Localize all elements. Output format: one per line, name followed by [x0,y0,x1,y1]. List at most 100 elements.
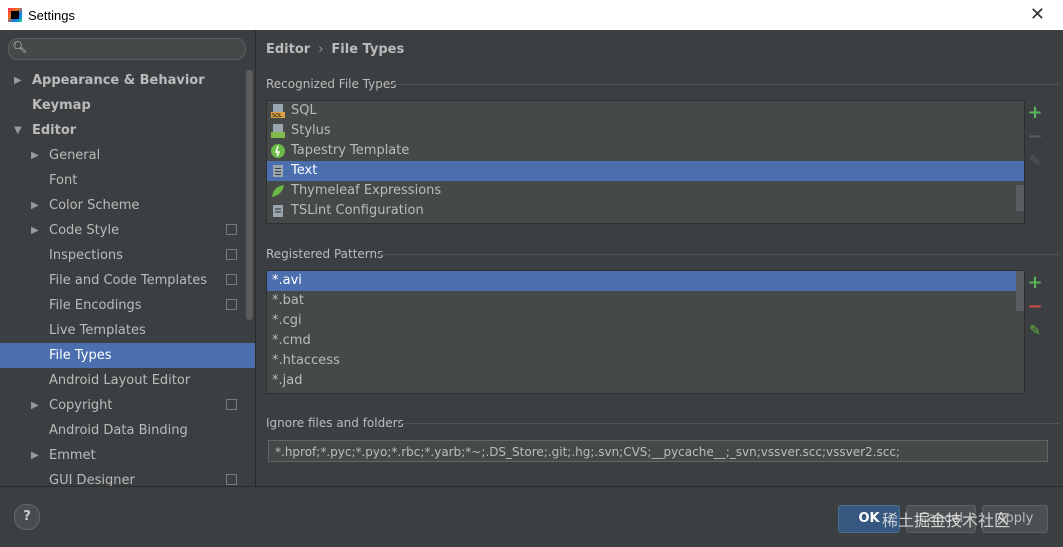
search-icon: 🔍︎ [12,40,28,54]
sidebar-scrollbar[interactable] [246,70,253,320]
section-divider [400,423,1060,424]
close-icon[interactable]: ✕ [1030,4,1045,25]
file-type-label: Stylus [291,123,331,138]
sidebar-item-label: File and Code Templates [49,273,207,288]
sidebar-item[interactable]: Live Templates [0,318,255,343]
file-type-label: Text [291,163,318,178]
sidebar-item[interactable]: Keymap [0,93,255,118]
sidebar-item-label: General [49,148,101,163]
section-divider [378,254,1060,255]
watermark-text: 稀土掘金技术社区 [882,511,1011,530]
intellij-app-icon [8,8,22,22]
sidebar-item[interactable]: Android Data Binding [0,418,255,443]
sidebar-item[interactable]: File and Code Templates [0,268,255,293]
sidebar-item-label: Color Scheme [49,198,140,213]
remove-file-type-button[interactable]: − [1026,126,1044,150]
sidebar-item-label: Emmet [49,448,96,463]
chevron-right-icon[interactable]: ▶ [31,218,39,243]
window-title-bar: Settings ✕ [0,0,1063,30]
section-divider [390,84,1060,85]
chevron-right-icon[interactable]: ▶ [14,68,22,93]
sidebar-item[interactable]: File Types [0,343,255,368]
pattern-item[interactable]: *.bat [267,291,1024,311]
pattern-item[interactable]: *.cgi [267,311,1024,331]
sidebar-item-label: Android Data Binding [49,423,188,438]
chevron-right-icon[interactable]: ▶ [31,393,39,418]
sidebar-item-label: Font [49,173,78,188]
chevron-right-icon[interactable]: ▶ [31,193,39,218]
recognized-file-types-title: Recognized File Types [266,77,397,91]
add-file-type-button[interactable]: + [1026,102,1044,126]
pattern-item[interactable]: *.avi [267,271,1024,291]
breadcrumb-file-types: File Types [331,42,405,57]
settings-tree: ▶ Appearance & Behavior Keymap ▼ Editor ▶ Gene… [0,68,255,493]
sidebar-item-label: Inspections [49,248,123,263]
search-input[interactable]: 🔍︎ [8,38,246,60]
sidebar-item[interactable]: File Encodings [0,293,255,318]
file-type-item[interactable]: TSLint Configuration [267,201,1024,221]
ignore-files-title: Ignore files and folders [266,416,404,430]
sidebar-item-label: Live Templates [49,323,146,338]
sidebar-item[interactable]: ▶ Copyright [0,393,255,418]
project-settings-icon [226,474,237,485]
tslint-icon [271,204,285,218]
patterns-toolbar: + − ✎ [1026,272,1044,344]
pattern-item[interactable]: *.jad [267,371,1024,391]
recognized-list-scrollbar[interactable] [1016,185,1024,211]
chevron-right-icon[interactable]: ▶ [31,143,39,168]
sidebar-item[interactable]: Font [0,168,255,193]
file-types-panel: Editor › File Types Recognized File Types … [256,30,1063,486]
remove-pattern-button[interactable]: − [1026,296,1044,320]
sidebar-item-label: Android Layout Editor [49,373,191,388]
recognized-toolbar: + − ✎ [1026,102,1044,174]
chevron-down-icon[interactable]: ▼ [14,118,22,143]
file-type-label: Thymeleaf Expressions [291,183,442,198]
sidebar-item-label: Editor [32,123,77,138]
file-type-item[interactable]: Stylus [267,121,1024,141]
chevron-right-icon[interactable]: ▶ [31,443,39,468]
patterns-list-scrollbar[interactable] [1016,271,1024,311]
sidebar-item-label: Appearance & Behavior [32,73,205,88]
help-button[interactable]: ? [14,504,40,530]
sidebar-item-label: Keymap [32,98,91,113]
sidebar-item-label: File Types [49,348,112,363]
add-pattern-button[interactable]: + [1026,272,1044,296]
file-type-item[interactable]: SQL SQL [267,101,1024,121]
sidebar-item-label: Code Style [49,223,120,238]
sidebar-item[interactable]: Android Layout Editor [0,368,255,393]
pattern-item[interactable]: *.htaccess [267,351,1024,371]
breadcrumb-editor[interactable]: Editor [266,42,310,57]
edit-file-type-button[interactable]: ✎ [1026,150,1044,174]
sidebar-item[interactable]: ▼ Editor [0,118,255,143]
thymeleaf-leaf-icon [271,184,285,198]
file-type-item[interactable]: Text [267,161,1024,181]
sidebar-item[interactable]: ▶ Emmet [0,443,255,468]
text-file-icon [271,164,285,178]
sidebar-item[interactable]: ▶ General [0,143,255,168]
breadcrumb-separator: › [318,42,324,57]
sidebar-item[interactable]: ▶ Appearance & Behavior [0,68,255,93]
pattern-item[interactable]: *.cmd [267,331,1024,351]
breadcrumb: Editor › File Types [266,42,404,57]
ignore-files-input[interactable]: *.hprof;*.pyc;*.pyo;*.rbc;*.yarb;*~;.DS_… [268,440,1048,462]
svg-text:SQL: SQL [272,113,282,118]
file-type-item[interactable]: Thymeleaf Expressions [267,181,1024,201]
file-type-label: Tapestry Template [291,143,410,158]
sidebar-item[interactable]: Inspections [0,243,255,268]
file-type-label: SQL [291,103,317,118]
sidebar-item[interactable]: ▶ Code Style [0,218,255,243]
tapestry-icon [271,144,285,158]
edit-pattern-button[interactable]: ✎ [1026,320,1044,344]
dialog-footer: ? OK Cancel Apply 稀土掘金技术社区 [0,486,1063,547]
stylus-file-icon [271,124,285,138]
file-type-label: TSLint Configuration [291,203,424,218]
registered-patterns-list[interactable]: *.avi *.bat *.cgi *.cmd *.htaccess *.jad [266,270,1025,394]
recognized-file-types-list[interactable]: SQL SQL Stylus Tapestry Template Text Thymele… [266,100,1025,224]
file-type-item[interactable]: Tapestry Template [267,141,1024,161]
sidebar-item-label: File Encodings [49,298,142,313]
sidebar-item[interactable]: ▶ Color Scheme [0,193,255,218]
project-settings-icon [226,224,237,235]
window-title: Settings [28,7,75,23]
settings-sidebar: 🔍︎ ▶ Appearance & Behavior Keymap ▼ Editor ▶ G… [0,30,256,488]
project-settings-icon [226,274,237,285]
